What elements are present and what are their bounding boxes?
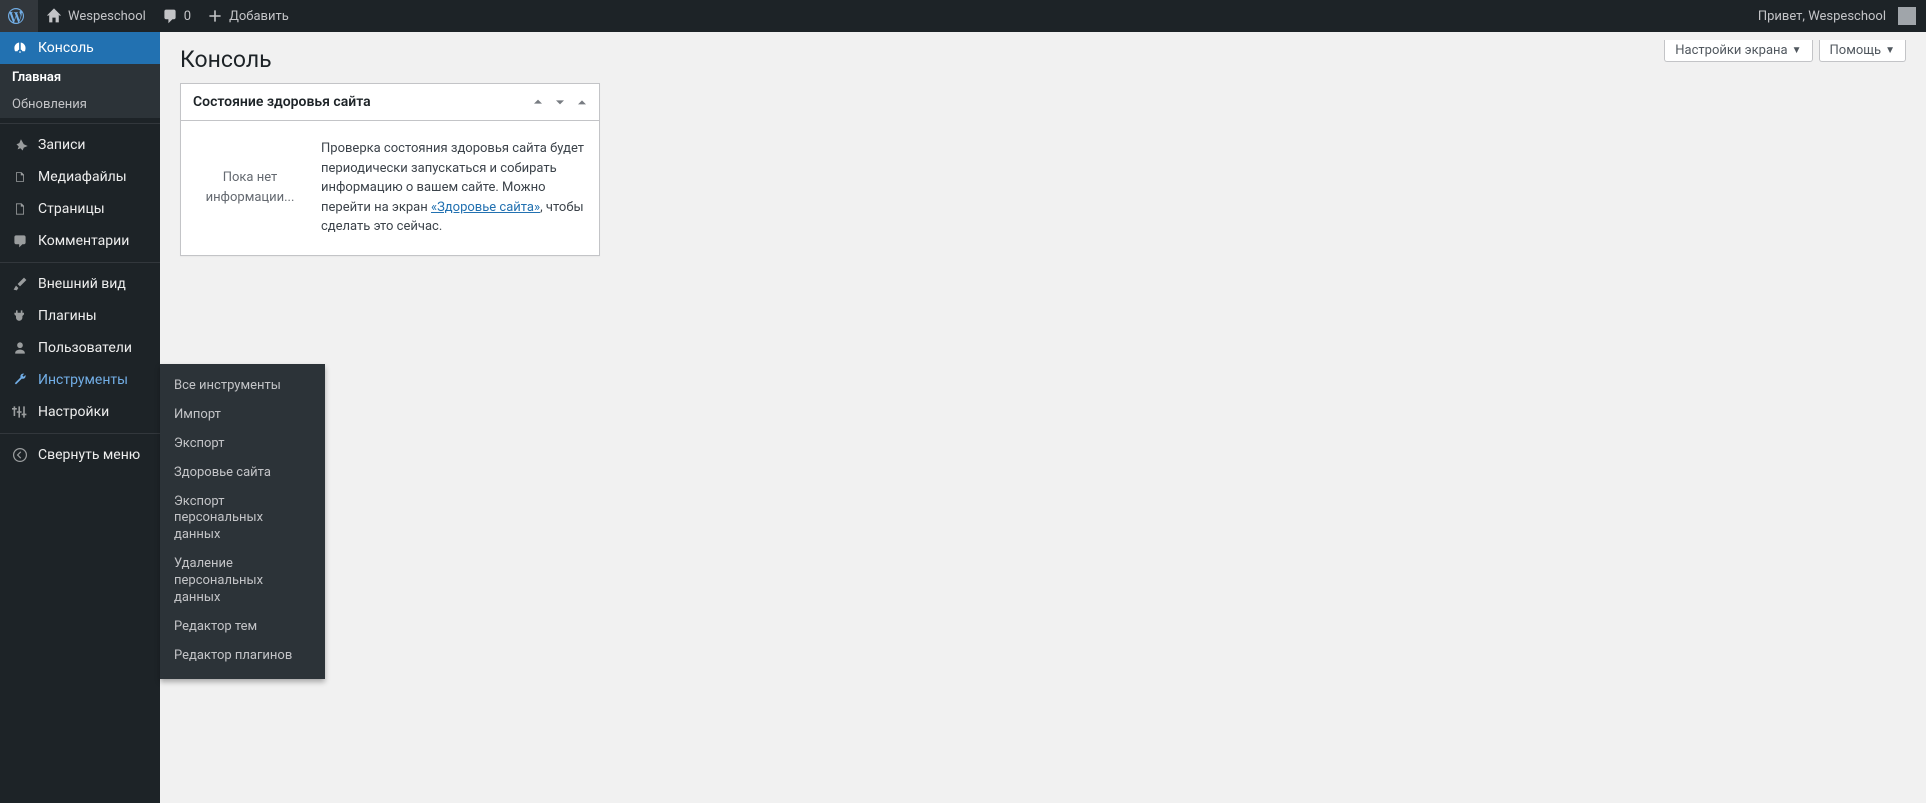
fly-import[interactable]: Импорт [160,401,325,430]
menu-users-label: Пользователи [38,340,132,356]
site-health-title: Состояние здоровья сайта [181,84,527,120]
home-icon [46,8,62,24]
brush-icon [10,276,30,292]
avatar [1898,7,1916,25]
menu-appearance-label: Внешний вид [38,276,126,292]
pin-icon [10,137,30,153]
screen-options-button[interactable]: Настройки экрана ▼ [1664,40,1812,62]
menu-dashboard-label: Консоль [38,40,94,56]
site-health-box: Состояние здоровья сайта Пока нет информ… [180,83,600,256]
plus-icon [207,8,223,24]
media-icon [10,169,30,185]
toggle-panel-button[interactable] [571,88,593,116]
help-label: Помощь [1830,43,1882,58]
greeting-text: Привет, Wespeschool [1750,9,1894,24]
fly-export[interactable]: Экспорт [160,430,325,459]
fly-site-health[interactable]: Здоровье сайта [160,459,325,488]
menu-settings[interactable]: Настройки [0,396,160,428]
move-down-button[interactable] [549,88,571,116]
screen-options-label: Настройки экрана [1675,43,1787,58]
health-description: Проверка состояния здоровья сайта будет … [321,139,585,237]
fly-export-personal[interactable]: Экспорт персональных данных [160,488,325,551]
dashboard-icon [10,40,30,56]
menu-users[interactable]: Пользователи [0,332,160,364]
fly-theme-editor[interactable]: Редактор тем [160,613,325,642]
fly-all-tools[interactable]: Все инструменты [160,372,325,401]
page-icon [10,201,30,217]
dashboard-submenu: Главная Обновления [0,64,160,118]
move-up-button[interactable] [527,88,549,116]
user-icon [10,340,30,356]
menu-tools-label: Инструменты [38,372,128,388]
menu-collapse-label: Свернуть меню [38,447,140,463]
menu-posts[interactable]: Записи [0,129,160,161]
help-button[interactable]: Помощь ▼ [1819,40,1906,62]
comments-link[interactable]: 0 [154,0,199,32]
tools-flyout: Все инструменты Импорт Экспорт Здоровье … [160,364,325,679]
menu-media-label: Медиафайлы [38,169,127,185]
add-new-label: Добавить [229,9,289,24]
submenu-updates[interactable]: Обновления [0,91,160,118]
menu-media[interactable]: Медиафайлы [0,161,160,193]
menu-settings-label: Настройки [38,404,109,420]
menu-pages[interactable]: Страницы [0,193,160,225]
site-health-link[interactable]: «Здоровье сайта» [431,200,540,215]
menu-dashboard[interactable]: Консоль [0,32,160,64]
menu-appearance[interactable]: Внешний вид [0,268,160,300]
page-title: Консоль [160,32,1926,83]
menu-plugins[interactable]: Плагины [0,300,160,332]
comments-count: 0 [184,9,191,24]
comment-icon [162,8,178,24]
wp-logo[interactable] [0,0,38,32]
admin-toolbar: Wespeschool 0 Добавить Привет, Wespescho… [0,0,1926,32]
submenu-home[interactable]: Главная [0,64,160,91]
wrench-icon [10,372,30,388]
menu-collapse[interactable]: Свернуть меню [0,439,160,471]
menu-comments[interactable]: Комментарии [0,225,160,257]
plugin-icon [10,308,30,324]
menu-comments-label: Комментарии [38,233,129,249]
menu-plugins-label: Плагины [38,308,97,324]
fly-plugin-editor[interactable]: Редактор плагинов [160,642,325,671]
sliders-icon [10,404,30,420]
collapse-icon [10,447,30,463]
health-status-text: Пока нет информации... [195,139,305,237]
wordpress-icon [8,8,24,24]
add-new-link[interactable]: Добавить [199,0,297,32]
chevron-down-icon: ▼ [1885,45,1895,56]
site-name: Wespeschool [68,9,146,24]
menu-pages-label: Страницы [38,201,105,217]
chevron-down-icon: ▼ [1792,45,1802,56]
site-link[interactable]: Wespeschool [38,0,154,32]
admin-sidebar: Консоль Главная Обновления Записи Медиаф… [0,32,160,803]
fly-erase-personal[interactable]: Удаление персональных данных [160,550,325,613]
admin-user-area[interactable]: Привет, Wespeschool [1750,7,1926,25]
menu-tools[interactable]: Инструменты [0,364,160,396]
comments-icon [10,233,30,249]
main-content: Настройки экрана ▼ Помощь ▼ Консоль Сост… [160,32,1926,256]
menu-posts-label: Записи [38,137,86,153]
